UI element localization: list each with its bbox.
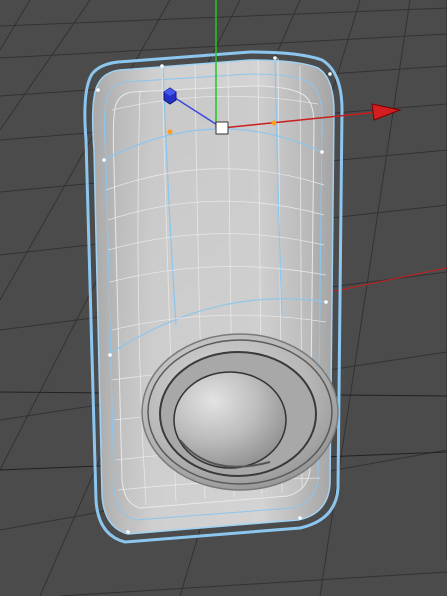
phone-model[interactable] <box>83 50 344 544</box>
3d-viewport[interactable] <box>0 0 447 596</box>
z-axis-cube-icon[interactable] <box>163 87 177 105</box>
pivot-handle-icon[interactable] <box>215 121 229 135</box>
click-wheel[interactable] <box>141 333 339 491</box>
selected-point-left[interactable] <box>167 129 173 135</box>
selected-point-right[interactable] <box>271 120 277 126</box>
center-button[interactable] <box>173 371 287 469</box>
